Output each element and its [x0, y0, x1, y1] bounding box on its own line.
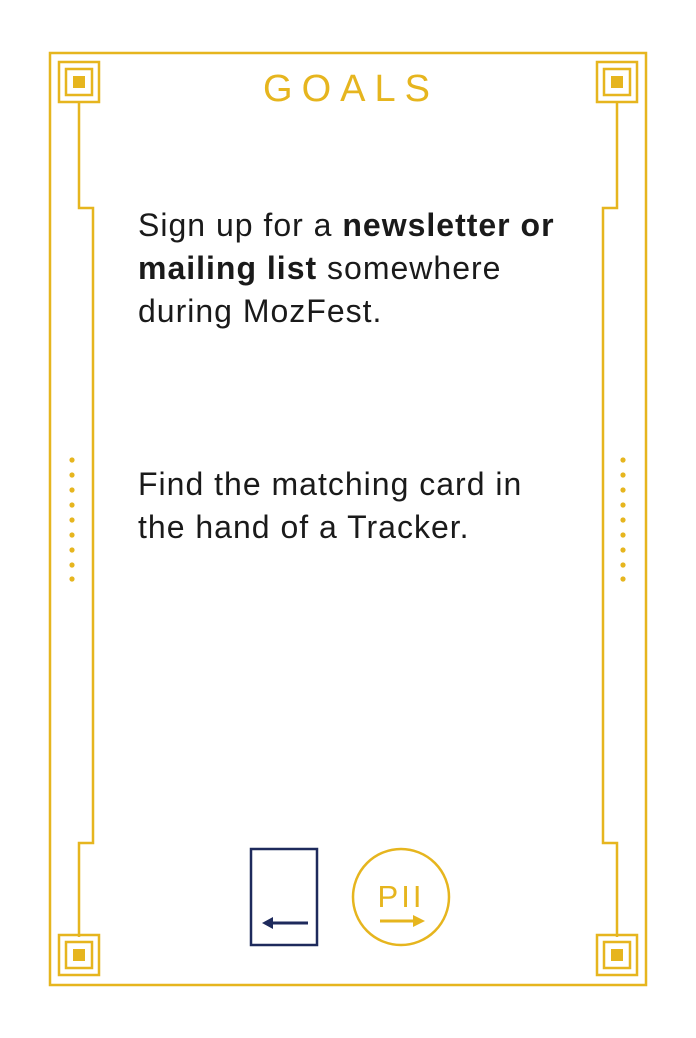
card-title: GOALS [263, 68, 439, 110]
left-dots [69, 457, 75, 582]
left-inner-line [77, 102, 95, 937]
right-dots [620, 457, 626, 582]
right-inner-line [601, 102, 619, 937]
instruction-text: Find the matching card in the hand of a … [138, 466, 523, 545]
goal-text: Sign up for a newsletter or mailing list… [138, 204, 568, 333]
goal-prefix: Sign up for a [138, 207, 343, 243]
